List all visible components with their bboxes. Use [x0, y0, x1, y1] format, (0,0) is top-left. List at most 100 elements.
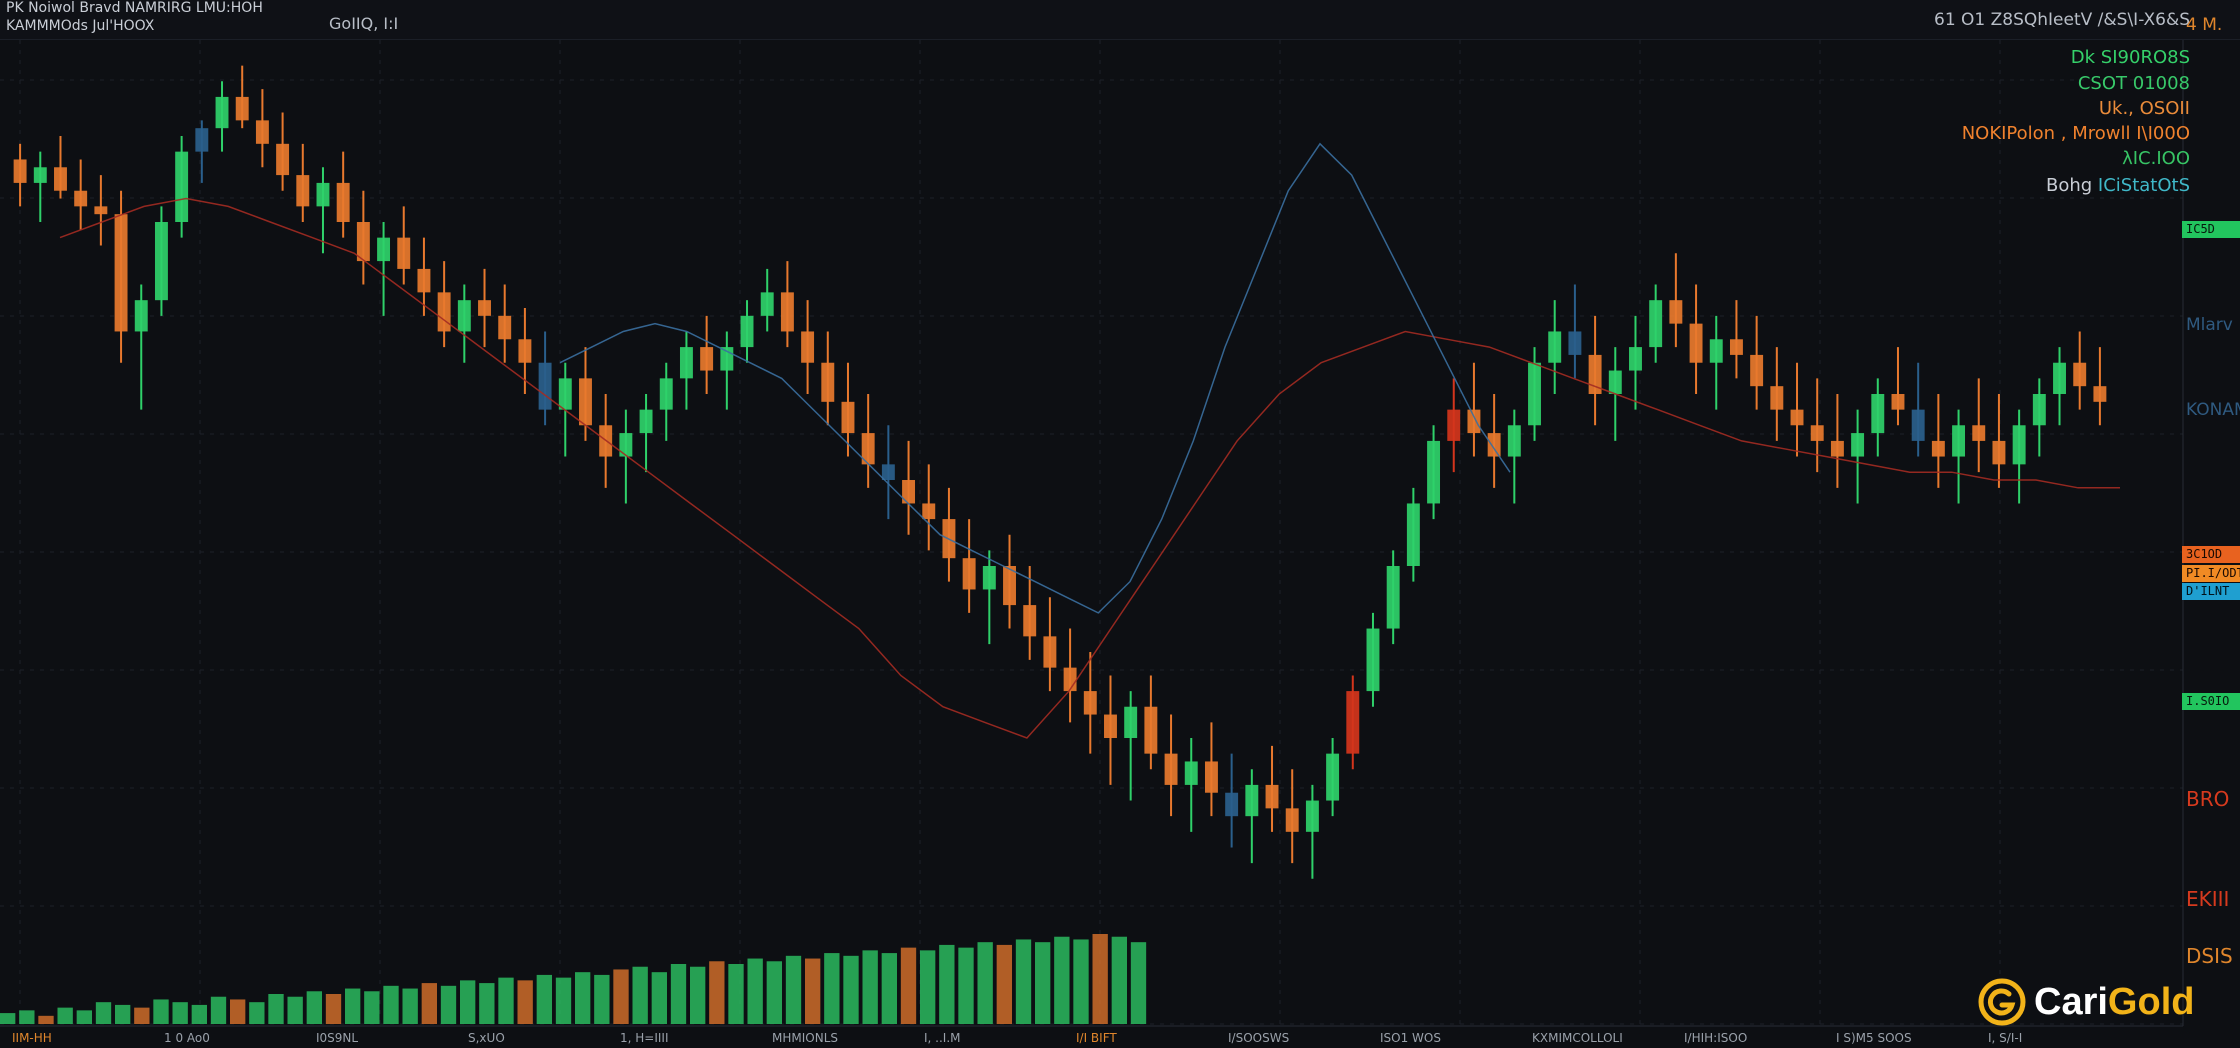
volume-bar: [383, 985, 399, 1024]
candle-body: [1043, 636, 1057, 668]
candle-body: [821, 362, 835, 402]
volume-bar: [19, 1010, 35, 1024]
candle-body: [841, 401, 855, 434]
candle-body: [215, 96, 229, 129]
candle-body: [982, 566, 996, 590]
candle-body: [1447, 409, 1461, 441]
volume-bar: [709, 961, 725, 1024]
candle-body: [457, 300, 471, 332]
candle-body: [780, 292, 794, 332]
volume-bar: [1054, 936, 1070, 1024]
time-axis-label: ΙΙΜ-ΗΗ: [12, 1031, 52, 1045]
candle-body: [13, 159, 27, 183]
candle-body: [1406, 503, 1420, 566]
volume-bar: [364, 991, 380, 1024]
time-axis-label: I0S9NL: [316, 1031, 358, 1045]
candle-body: [1729, 339, 1743, 355]
volume-bar: [594, 974, 610, 1024]
volume-bar: [172, 1002, 188, 1024]
brand-logo: CariGold: [1978, 976, 2228, 1028]
price-axis-label: KONAM: [2186, 400, 2240, 420]
volume-bar: [0, 1013, 16, 1024]
volume-bar: [1092, 934, 1108, 1024]
candle-body: [740, 315, 754, 348]
price-chart[interactable]: 4 M. Mlarv KONAM BRO EKIII DSIS ΙΙΜ-ΗΗ 1 0 Ao0…: [0, 0, 2240, 1048]
candle-body: [33, 167, 47, 183]
price-tag-1: 3C1OD: [2182, 546, 2240, 563]
candle-body: [1265, 784, 1279, 809]
volume-bar: [440, 985, 457, 1024]
candle-body: [1750, 354, 1764, 387]
candle-body: [1366, 628, 1380, 692]
volume-bar: [862, 950, 878, 1024]
volume-bar: [460, 980, 476, 1024]
candle-body: [74, 190, 88, 207]
volume-bar: [268, 994, 284, 1024]
candle-body: [1225, 792, 1239, 817]
time-axis[interactable]: ΙΙΜ-ΗΗ 1 0 Ao0 I0S9NL S,xUO 1, H=IIII MHMIONL…: [12, 1031, 2022, 1045]
candle-body: [962, 558, 976, 590]
price-tag-2: PI.I/ODT: [2182, 565, 2240, 582]
volume-bar: [690, 966, 706, 1024]
volume-bar: [881, 953, 897, 1024]
candle-body: [2093, 386, 2107, 402]
time-axis-label: I, ..I.M: [924, 1031, 961, 1045]
candle-body: [1144, 706, 1158, 754]
price-axis-low-label: BRO: [2186, 787, 2229, 811]
legend-line-4: λIC.IOO: [2122, 148, 2190, 169]
candle-body: [1709, 339, 1723, 363]
candle-body: [1810, 425, 1824, 441]
candle-body: [1608, 370, 1622, 394]
volume-bar: [517, 980, 533, 1024]
volume-bar: [613, 969, 629, 1024]
price-axis-low-label: EKIII: [2186, 887, 2229, 911]
price-axis-label: Mlarv: [2186, 315, 2233, 335]
volume-bar: [230, 999, 246, 1024]
legend-line-5: Bohg ICiStatOtS: [2046, 175, 2190, 197]
volume-bar: [632, 966, 648, 1024]
candle-body: [1063, 667, 1077, 692]
legend-line-5-prefix: Bohg: [2045, 175, 2098, 196]
candle-body: [518, 339, 532, 363]
candle-body: [1386, 566, 1400, 629]
volume-bar: [1035, 942, 1051, 1024]
candle-body: [1427, 440, 1441, 504]
price-tag-3: D'ILNT: [2182, 583, 2240, 600]
volume-bar: [805, 958, 821, 1024]
volume-bar: [728, 964, 744, 1024]
candle-body: [316, 182, 330, 207]
price-axis-label: 4 M.: [2186, 15, 2222, 35]
candle-body: [255, 120, 269, 144]
candle-body: [397, 237, 411, 269]
time-axis-label: ISO1 WOS: [1380, 1031, 1441, 1045]
time-axis-label: I/HIH:ISOO: [1684, 1031, 1747, 1045]
candle-body: [134, 300, 148, 332]
price-axis[interactable]: 4 M. Mlarv KONAM BRO EKIII DSIS: [2186, 15, 2240, 968]
legend-line-5-text: ICiStatOtS: [2097, 175, 2190, 196]
price-axis-low-label: DSIS: [2186, 944, 2233, 968]
volume-bar: [287, 996, 303, 1024]
volume-bar: [670, 964, 687, 1024]
candle-body: [1184, 761, 1198, 785]
candle-body: [1083, 691, 1097, 715]
candle-body: [2012, 425, 2026, 465]
candle-body: [1204, 761, 1218, 793]
candle-body: [1346, 691, 1360, 754]
time-axis-label: I, S/I-I: [1988, 1031, 2022, 1045]
volume-bar: [249, 1002, 265, 1024]
candle-body: [538, 362, 552, 410]
candle-body: [478, 300, 491, 316]
time-axis-label: I/SOOSWS: [1228, 1031, 1289, 1045]
volume-bar: [153, 999, 169, 1024]
candle-body: [1285, 808, 1299, 832]
candle-body: [1972, 425, 1986, 441]
candle-body: [356, 222, 370, 262]
candle-body: [1770, 386, 1784, 410]
legend-line-1: CSOT 01008: [2077, 73, 2190, 94]
volume-bar: [939, 944, 955, 1024]
candle-body: [1023, 605, 1037, 637]
candle-body: [1326, 753, 1340, 801]
candle-body: [1507, 425, 1521, 457]
candle-body: [1830, 440, 1844, 457]
candle-body: [801, 331, 815, 363]
